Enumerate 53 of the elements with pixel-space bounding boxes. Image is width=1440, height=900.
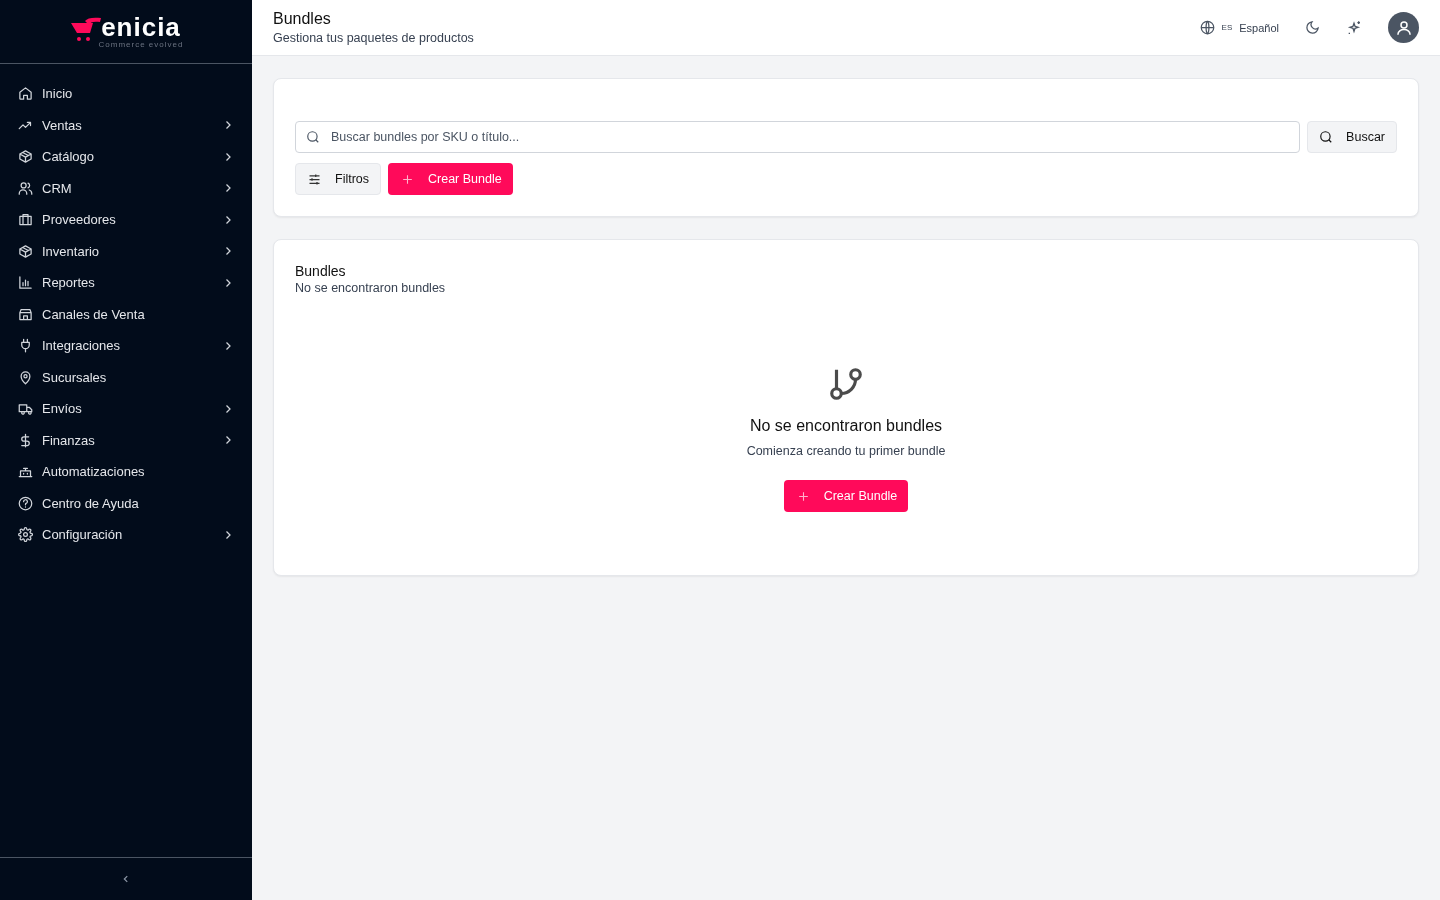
create-bundle-button[interactable]: Crear Bundle — [388, 163, 513, 195]
sidebar-item[interactable]: Configuración — [0, 519, 252, 551]
language-button[interactable]: ES Español — [1199, 20, 1279, 35]
nav-icon — [18, 243, 33, 259]
sidebar-item[interactable]: CRM — [0, 172, 252, 204]
nav-icon — [18, 180, 33, 196]
card-title: Bundles — [295, 263, 347, 279]
moon-icon[interactable] — [1305, 20, 1320, 35]
nav-icon — [18, 212, 33, 228]
card-subtitle: No se encontraron bundles — [295, 281, 447, 295]
sidebar-item[interactable]: Finanzas — [0, 424, 252, 456]
sidebar-item[interactable]: Inventario — [0, 235, 252, 267]
sidebar-item[interactable]: Integraciones — [0, 330, 252, 362]
sidebar-item[interactable]: Centro de Ayuda — [0, 487, 252, 519]
search-button[interactable]: Buscar — [1307, 121, 1397, 153]
nav-icon — [18, 149, 33, 165]
nav-icon — [18, 275, 33, 291]
create-bundle-button[interactable]: Crear Bundle — [783, 480, 909, 512]
search-icon — [306, 130, 320, 144]
sidebar-item[interactable]: Catálogo — [0, 141, 252, 173]
user-avatar[interactable] — [1388, 12, 1419, 43]
sidebar-item[interactable]: Reportes — [0, 267, 252, 299]
empty-title: No se encontraron bundles — [749, 417, 943, 435]
search-field[interactable]: Buscar bundles por SKU o título... — [295, 121, 1301, 153]
sidebar-item[interactable]: Proveedores — [0, 204, 252, 236]
plus-icon — [401, 172, 415, 186]
nav-icon — [18, 369, 33, 385]
empty-message: Comienza creando tu primer bundle — [746, 444, 946, 458]
nav-icon — [18, 86, 33, 102]
nav-icon — [18, 338, 33, 354]
nav-icon — [18, 527, 33, 543]
nav-icon — [18, 432, 33, 448]
filters-button[interactable]: Filtros — [295, 163, 382, 195]
sidebar-item[interactable]: Envíos — [0, 393, 252, 425]
sidebar-item[interactable]: Automatizaciones — [0, 456, 252, 488]
sidebar-item[interactable]: Ventas — [0, 109, 252, 141]
logo-tagline: Commerce evolved — [98, 40, 184, 49]
nav-icon — [18, 306, 33, 322]
sidebar-item[interactable]: Inicio — [0, 78, 252, 110]
page-title: Bundles — [273, 10, 332, 28]
globe-icon — [1199, 20, 1215, 35]
plus-icon — [796, 489, 810, 503]
logo-wordmark: enicia — [101, 14, 181, 40]
sparkles-icon[interactable] — [1346, 19, 1362, 36]
sidebar-item[interactable]: Sucursales — [0, 361, 252, 393]
sidebar-item[interactable]: Canales de Venta — [0, 298, 252, 330]
nav-icon — [18, 401, 33, 417]
nav-icon — [18, 495, 33, 511]
branch-icon — [827, 365, 865, 403]
cart-logo-icon — [68, 16, 103, 43]
page-subtitle: Gestiona tus paquetes de productos — [273, 31, 474, 45]
search-icon — [1319, 130, 1334, 144]
collapse-icon[interactable] — [121, 874, 131, 884]
